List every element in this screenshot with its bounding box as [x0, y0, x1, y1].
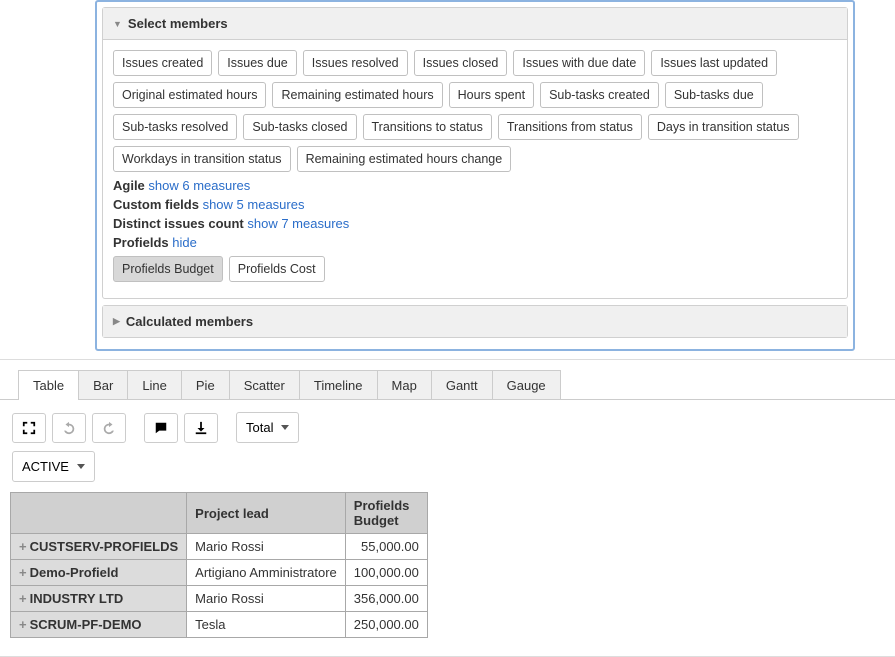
measure-groups: Agile show 6 measures Custom fields show … — [113, 178, 837, 250]
row-header[interactable]: +Demo-Profield — [11, 560, 187, 586]
cell-project-lead: Mario Rossi — [187, 534, 346, 560]
tab-line[interactable]: Line — [127, 370, 182, 400]
measure-group-name: Profields — [113, 235, 172, 250]
data-table: Project lead Profields Budget +CUSTSERV-… — [10, 492, 428, 638]
cell-profields-budget: 100,000.00 — [345, 560, 427, 586]
measure-tag[interactable]: Sub-tasks created — [540, 82, 659, 108]
active-filter-label: ACTIVE — [22, 459, 69, 474]
select-members-title: Select members — [128, 16, 228, 31]
table-row: +Demo-ProfieldArtigiano Amministratore10… — [11, 560, 428, 586]
cube-config-container: ▼ Select members Issues createdIssues du… — [95, 0, 855, 351]
toolbar: Total — [0, 400, 895, 451]
profields-budget-tag[interactable]: Profields Budget — [113, 256, 223, 282]
undo-icon — [62, 421, 76, 435]
table-row: +SCRUM-PF-DEMOTesla250,000.00 — [11, 612, 428, 638]
tab-table[interactable]: Table — [18, 370, 79, 400]
table-row: +INDUSTRY LTDMario Rossi356,000.00 — [11, 586, 428, 612]
cell-profields-budget: 55,000.00 — [345, 534, 427, 560]
measure-tag[interactable]: Issues last updated — [651, 50, 777, 76]
divider — [0, 359, 895, 360]
tab-pie[interactable]: Pie — [181, 370, 230, 400]
table-row: +CUSTSERV-PROFIELDSMario Rossi55,000.00 — [11, 534, 428, 560]
measure-group-name: Agile — [113, 178, 148, 193]
row-header[interactable]: +INDUSTRY LTD — [11, 586, 187, 612]
measure-group-link[interactable]: hide — [172, 235, 197, 250]
tab-bar[interactable]: Bar — [78, 370, 128, 400]
total-dropdown[interactable]: Total — [236, 412, 299, 443]
download-icon — [194, 421, 208, 435]
tab-scatter[interactable]: Scatter — [229, 370, 300, 400]
cell-project-lead: Mario Rossi — [187, 586, 346, 612]
cell-profields-budget: 356,000.00 — [345, 586, 427, 612]
comment-button[interactable] — [144, 413, 178, 443]
tab-gauge[interactable]: Gauge — [492, 370, 561, 400]
calculated-members-header[interactable]: ▶ Calculated members — [103, 306, 847, 337]
measure-tag[interactable]: Issues with due date — [513, 50, 645, 76]
tab-map[interactable]: Map — [377, 370, 432, 400]
measure-tag[interactable]: Transitions from status — [498, 114, 642, 140]
select-members-panel: ▼ Select members Issues createdIssues du… — [102, 7, 848, 299]
comment-icon — [154, 421, 168, 435]
fullscreen-icon — [22, 421, 36, 435]
fullscreen-button[interactable] — [12, 413, 46, 443]
measure-tag[interactable]: Remaining estimated hours change — [297, 146, 512, 172]
profields-tag-list: Profields Budget Profields Cost — [113, 256, 837, 282]
measure-tag[interactable]: Workdays in transition status — [113, 146, 291, 172]
measure-group-line: Distinct issues count show 7 measures — [113, 216, 837, 231]
measure-group-link[interactable]: show 5 measures — [203, 197, 305, 212]
view-tabs: TableBarLinePieScatterTimelineMapGanttGa… — [18, 370, 895, 400]
measure-group-line: Agile show 6 measures — [113, 178, 837, 193]
row-header[interactable]: +SCRUM-PF-DEMO — [11, 612, 187, 638]
select-members-header[interactable]: ▼ Select members — [103, 8, 847, 40]
measure-group-line: Custom fields show 5 measures — [113, 197, 837, 212]
calculated-members-title: Calculated members — [126, 314, 253, 329]
col-project-lead[interactable]: Project lead — [187, 493, 346, 534]
redo-icon — [102, 421, 116, 435]
undo-button[interactable] — [52, 413, 86, 443]
measure-tag[interactable]: Hours spent — [449, 82, 534, 108]
total-label: Total — [246, 420, 273, 435]
measure-group-name: Distinct issues count — [113, 216, 247, 231]
chevron-right-icon: ▶ — [113, 316, 120, 327]
expand-icon[interactable]: + — [19, 539, 27, 554]
chevron-down-icon: ▼ — [113, 19, 122, 29]
caret-down-icon — [77, 464, 85, 469]
measure-group-link[interactable]: show 6 measures — [148, 178, 250, 193]
cell-project-lead: Artigiano Amministratore — [187, 560, 346, 586]
active-filter-dropdown[interactable]: ACTIVE — [12, 451, 95, 482]
expand-icon[interactable]: + — [19, 591, 27, 606]
measure-tag[interactable]: Days in transition status — [648, 114, 799, 140]
tab-underline — [0, 399, 895, 400]
measure-tag[interactable]: Issues closed — [414, 50, 508, 76]
measure-tag[interactable]: Sub-tasks due — [665, 82, 763, 108]
measure-tag[interactable]: Issues resolved — [303, 50, 408, 76]
measure-tag[interactable]: Sub-tasks closed — [243, 114, 356, 140]
col-blank — [11, 493, 187, 534]
measure-tag[interactable]: Issues created — [113, 50, 212, 76]
caret-down-icon — [281, 425, 289, 430]
tab-timeline[interactable]: Timeline — [299, 370, 378, 400]
tab-gantt[interactable]: Gantt — [431, 370, 493, 400]
select-members-body: Issues createdIssues dueIssues resolvedI… — [103, 40, 847, 298]
measure-group-name: Custom fields — [113, 197, 203, 212]
calculated-members-panel: ▶ Calculated members — [102, 305, 848, 338]
col-profields-budget[interactable]: Profields Budget — [345, 493, 427, 534]
row-header[interactable]: +CUSTSERV-PROFIELDS — [11, 534, 187, 560]
measure-group-link[interactable]: show 7 measures — [247, 216, 349, 231]
measure-tag[interactable]: Original estimated hours — [113, 82, 266, 108]
member-tag-list: Issues createdIssues dueIssues resolvedI… — [113, 50, 837, 172]
filter-row: ACTIVE — [0, 451, 895, 492]
measure-tag[interactable]: Transitions to status — [363, 114, 492, 140]
measure-tag[interactable]: Sub-tasks resolved — [113, 114, 237, 140]
cell-profields-budget: 250,000.00 — [345, 612, 427, 638]
expand-icon[interactable]: + — [19, 565, 27, 580]
measure-tag[interactable]: Issues due — [218, 50, 296, 76]
expand-icon[interactable]: + — [19, 617, 27, 632]
cell-project-lead: Tesla — [187, 612, 346, 638]
download-button[interactable] — [184, 413, 218, 443]
redo-button[interactable] — [92, 413, 126, 443]
measure-tag[interactable]: Remaining estimated hours — [272, 82, 442, 108]
measure-group-line: Profields hide — [113, 235, 837, 250]
profields-cost-tag[interactable]: Profields Cost — [229, 256, 325, 282]
